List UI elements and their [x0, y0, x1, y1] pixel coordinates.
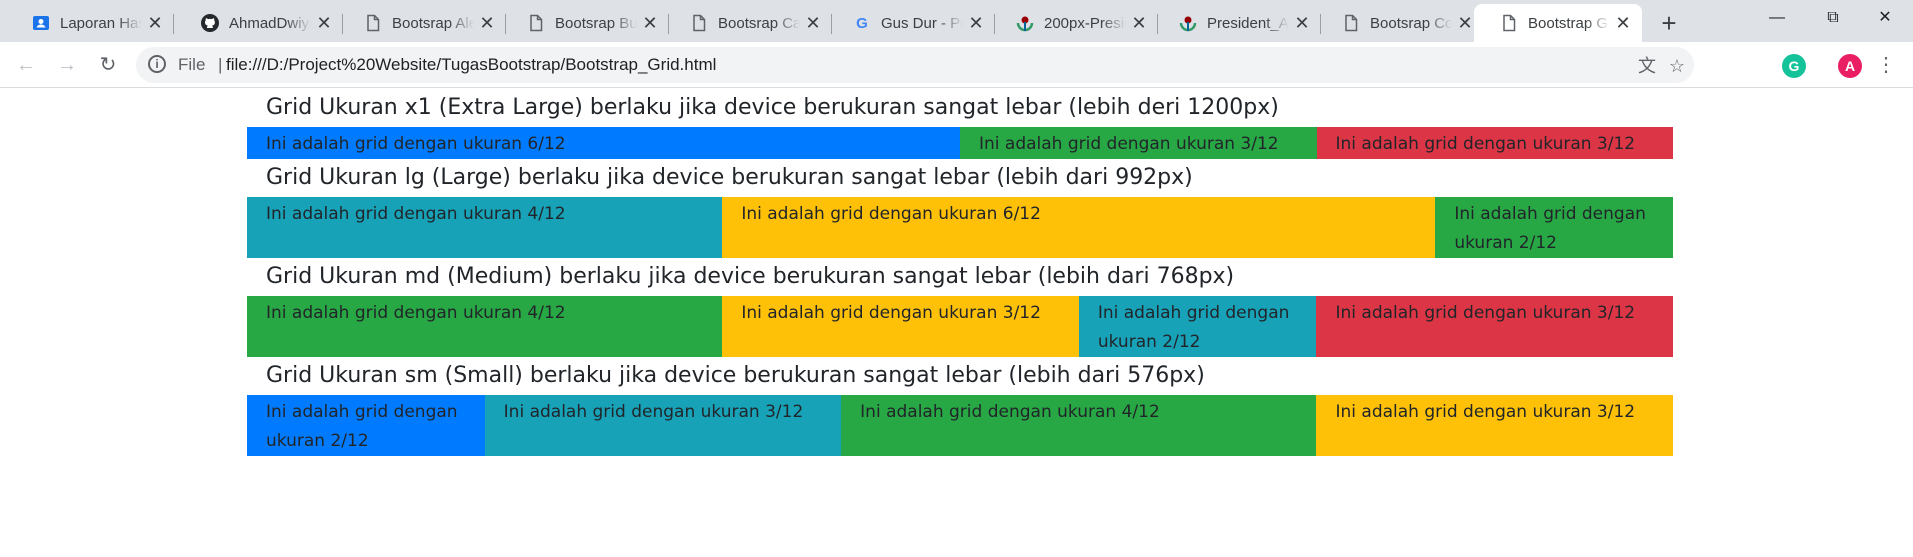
tab-strip: Laporan Hasil✕AhmadDwiyanto✕Bootsrap Ale… [0, 0, 1913, 42]
github-icon [201, 14, 219, 32]
grid-column-3-of-12: Ini adalah grid dengan ukuran 3/12 [1316, 296, 1673, 357]
grid-column-2-of-12: Ini adalah grid dengan ukuran 2/12 [1078, 296, 1317, 357]
forward-arrow-icon[interactable]: → [51, 49, 83, 81]
close-tab-icon[interactable]: ✕ [637, 13, 663, 34]
grid-column-3-of-12: Ini adalah grid dengan ukuran 3/12 [1316, 395, 1673, 456]
close-tab-icon[interactable]: ✕ [142, 13, 168, 34]
grid-column-2-of-12: Ini adalah grid dengan ukuran 2/12 [1435, 197, 1673, 258]
tab-title: Bootsrap Card [718, 14, 800, 32]
tab-title: Bootstrap Grid [1528, 14, 1610, 32]
section-title: Grid Ukuran x1 (Extra Large) berlaku jik… [266, 95, 1279, 120]
browser-tab[interactable]: Bootsrap Card✕ [668, 4, 832, 42]
star-icon[interactable]: ☆ [1666, 55, 1688, 77]
page-icon [364, 14, 382, 32]
grid-column-2-of-12: Ini adalah grid dengan ukuran 2/12 [247, 395, 485, 456]
tab-title: President_Abdurrahman [1207, 14, 1289, 32]
grid-row: Ini adalah grid dengan ukuran 6/12 Ini ad… [247, 127, 1673, 159]
grid-column-3-of-12: Ini adalah grid dengan ukuran 3/12 [1316, 127, 1673, 159]
reload-icon[interactable]: ↻ [92, 49, 124, 81]
close-window-icon[interactable]: ✕ [1857, 0, 1913, 36]
grid-column-4-of-12: Ini adalah grid dengan ukuran 4/12 [841, 395, 1317, 456]
grid-column-4-of-12: Ini adalah grid dengan ukuran 4/12 [247, 296, 723, 357]
google-icon: G [853, 14, 871, 32]
browser-tab[interactable]: President_Abdurrahman✕ [1157, 4, 1321, 42]
close-tab-icon[interactable]: ✕ [800, 13, 826, 34]
grid-row: Ini adalah grid dengan ukuran 4/12 Ini ad… [247, 197, 1673, 258]
menu-dots-icon[interactable]: ⋮ [1870, 49, 1902, 81]
close-tab-icon[interactable]: ✕ [1289, 13, 1315, 34]
back-arrow-icon[interactable]: ← [10, 49, 42, 81]
close-tab-icon[interactable]: ✕ [474, 13, 500, 34]
tab-title: Bootsrap Alert [392, 14, 474, 32]
tab-title: Bootsrap Collapse [1370, 14, 1452, 32]
page-container: Grid Ukuran x1 (Extra Large) berlaku jik… [247, 89, 1673, 456]
wikimedia-icon [1016, 14, 1034, 32]
page-icon [1500, 14, 1518, 32]
browser-tab[interactable]: Bootstrap Grid✕ [1474, 4, 1642, 42]
grid-column-6-of-12: Ini adalah grid dengan ukuran 6/12 [722, 197, 1436, 258]
scheme-divider: | [218, 55, 223, 74]
url-text[interactable]: file:///D:/Project%20Website/TugasBootst… [226, 55, 716, 75]
grid-column-3-of-12: Ini adalah grid dengan ukuran 3/12 [722, 296, 1079, 357]
section-title: Grid Ukuran lg (Large) berlaku jika devi… [266, 165, 1193, 190]
tab-title: 200px-President [1044, 14, 1126, 32]
browser-tab[interactable]: AhmadDwiyanto✕ [179, 4, 343, 42]
close-tab-icon[interactable]: ✕ [311, 13, 337, 34]
svg-text:G: G [856, 15, 868, 32]
section-title: Grid Ukuran md (Medium) berlaku jika dev… [266, 264, 1235, 289]
new-tab-button[interactable]: + [1652, 6, 1686, 40]
browser-tab[interactable]: Bootsrap Button✕ [505, 4, 669, 42]
browser-tab[interactable]: 200px-President✕ [994, 4, 1158, 42]
wikimedia-icon [1179, 14, 1197, 32]
avatar[interactable]: A [1838, 54, 1862, 78]
file-scheme-label: File [178, 55, 206, 74]
translate-icon[interactable]: 文 [1636, 55, 1658, 77]
close-tab-icon[interactable]: ✕ [1126, 13, 1152, 34]
browser-toolbar: ← → ↻ i File | file:///D:/Project%20Webs… [0, 42, 1913, 88]
address-bar[interactable]: i File | file:///D:/Project%20Website/Tu… [136, 47, 1694, 83]
grammarly-icon[interactable]: G [1782, 54, 1806, 78]
page-icon [527, 14, 545, 32]
page-icon [690, 14, 708, 32]
grid-column-3-of-12: Ini adalah grid dengan ukuran 3/12 [960, 127, 1317, 159]
restore-icon[interactable]: ⧉ [1805, 0, 1861, 36]
section-title: Grid Ukuran sm (Small) berlaku jika devi… [266, 363, 1205, 388]
grid-column-6-of-12: Ini adalah grid dengan ukuran 6/12 [247, 127, 960, 159]
browser-tab[interactable]: Bootsrap Alert✕ [342, 4, 506, 42]
grid-row: Ini adalah grid dengan ukuran 4/12 Ini ad… [247, 296, 1673, 357]
minimize-icon[interactable]: — [1749, 0, 1805, 36]
tab-title: Laporan Hasil [60, 14, 142, 32]
tab-title: Gus Dur - Pencarian Google [881, 14, 963, 32]
page-icon [1342, 14, 1360, 32]
close-tab-icon[interactable]: ✕ [1610, 13, 1636, 34]
tab-title: AhmadDwiyanto [229, 14, 311, 32]
tab-title: Bootsrap Button [555, 14, 637, 32]
tab-divider [173, 14, 174, 34]
browser-tab[interactable]: Bootsrap Collapse✕ [1320, 4, 1484, 42]
browser-tab[interactable]: G Gus Dur - Pencarian Google✕ [831, 4, 995, 42]
close-tab-icon[interactable]: ✕ [963, 13, 989, 34]
info-icon[interactable]: i [148, 55, 166, 73]
grid-column-4-of-12: Ini adalah grid dengan ukuran 4/12 [247, 197, 723, 258]
grid-row: Ini adalah grid dengan ukuran 2/12 Ini ad… [247, 395, 1673, 456]
contact-icon [32, 14, 50, 32]
browser-tab[interactable]: Laporan Hasil✕ [10, 4, 174, 42]
grid-column-3-of-12: Ini adalah grid dengan ukuran 3/12 [484, 395, 842, 456]
